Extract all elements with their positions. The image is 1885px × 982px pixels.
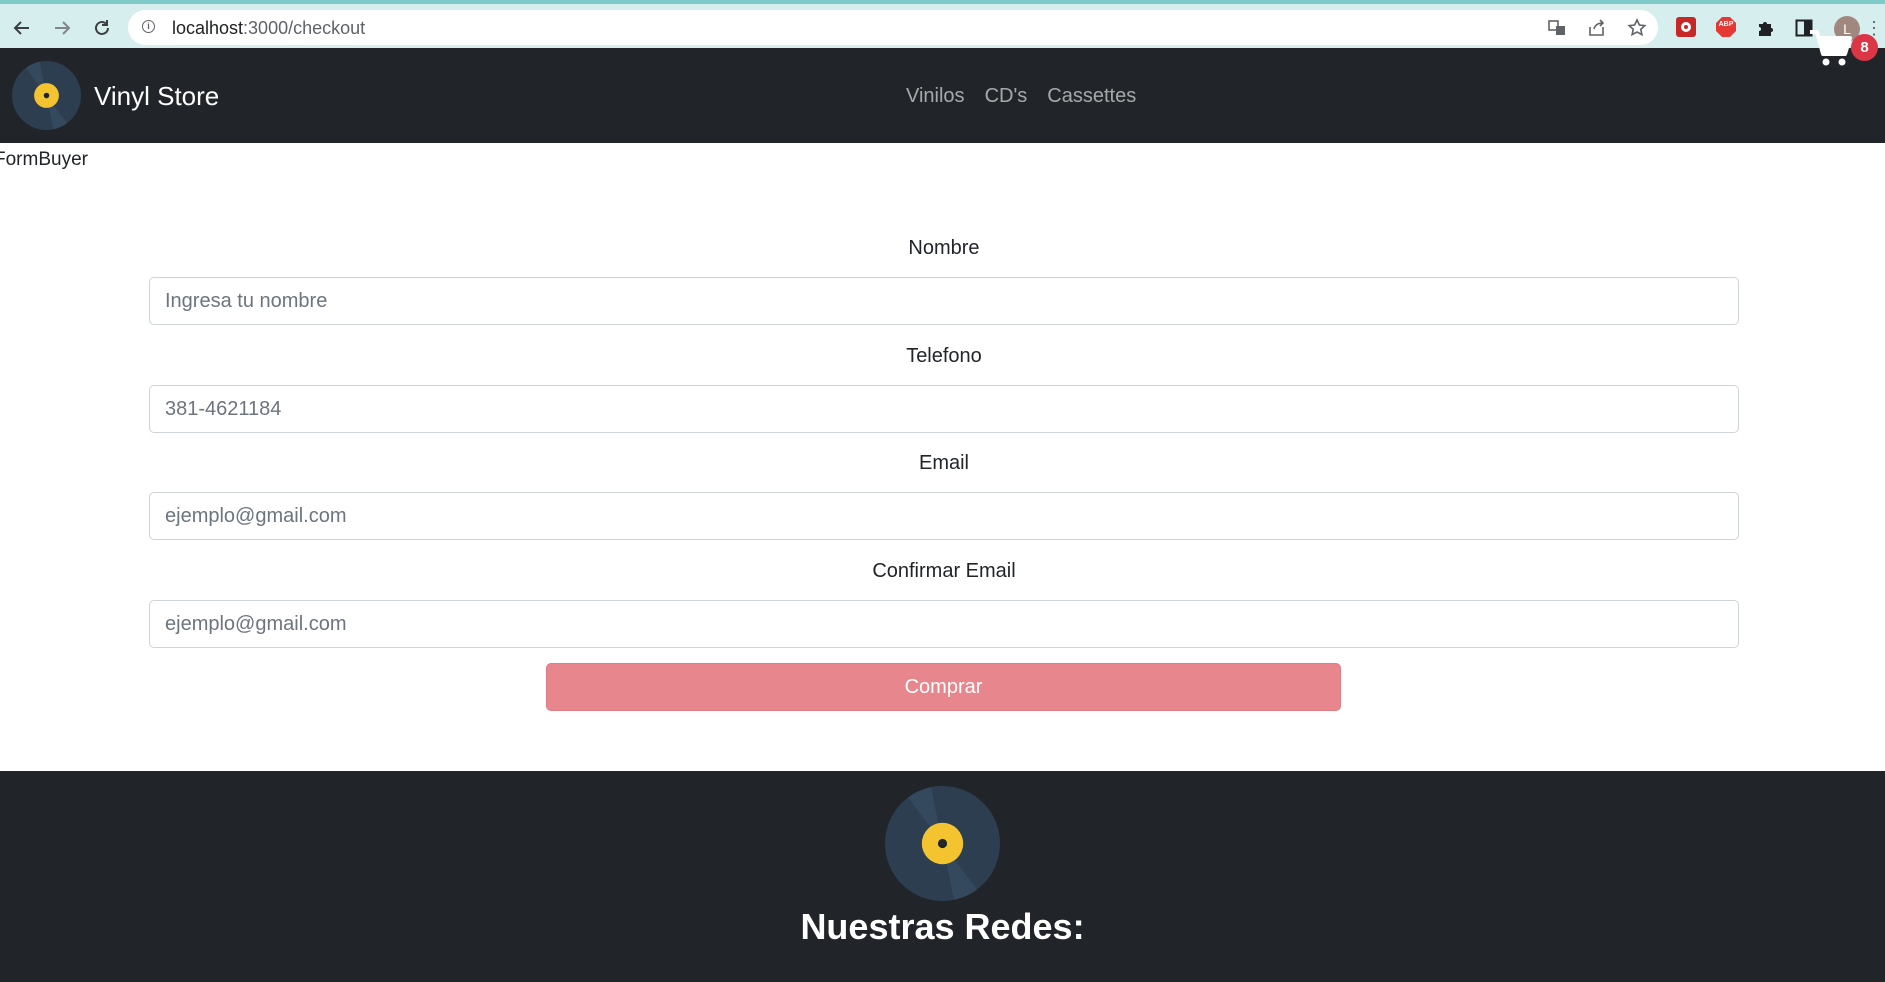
- confirm-email-input[interactable]: [149, 600, 1739, 648]
- browser-toolbar: i localhost:3000/checkout ABP L ⋮: [0, 0, 1885, 48]
- nombre-input[interactable]: [149, 277, 1739, 325]
- telefono-input[interactable]: [149, 385, 1739, 433]
- bookmark-star-icon[interactable]: [1626, 17, 1648, 39]
- cart-icon: [1810, 30, 1852, 66]
- confirm-email-label: Confirmar Email: [872, 560, 1016, 582]
- back-icon[interactable]: [8, 14, 36, 42]
- site-navbar: Vinyl Store Vinilos CD's Cassettes: [0, 48, 1885, 143]
- nav-link-vinilos[interactable]: Vinilos: [906, 85, 965, 108]
- field-nombre: Nombre: [149, 237, 1739, 325]
- field-confirm-email: Confirmar Email: [149, 560, 1739, 648]
- component-label: FormBuyer: [0, 149, 88, 170]
- field-telefono: Telefono: [149, 345, 1739, 433]
- email-input[interactable]: [149, 492, 1739, 540]
- reload-icon[interactable]: [88, 14, 116, 42]
- translate-icon[interactable]: [1546, 17, 1568, 39]
- nav-link-cassettes[interactable]: Cassettes: [1047, 85, 1136, 108]
- adblock-label: ABP: [1718, 21, 1734, 28]
- info-icon[interactable]: i: [142, 20, 155, 33]
- site-footer: Nuestras Redes:: [0, 771, 1885, 982]
- share-icon[interactable]: [1586, 17, 1608, 39]
- email-label: Email: [918, 452, 969, 474]
- nav-link-cds[interactable]: CD's: [985, 85, 1028, 108]
- url-text[interactable]: localhost:3000/checkout: [172, 18, 365, 39]
- comprar-button[interactable]: Comprar: [546, 663, 1341, 711]
- address-bar[interactable]: i localhost:3000/checkout: [128, 10, 1658, 45]
- nav-links: Vinilos CD's Cassettes: [906, 85, 1136, 108]
- field-email: Email: [149, 452, 1739, 540]
- brand-name[interactable]: Vinyl Store: [94, 81, 219, 112]
- forward-icon[interactable]: [48, 14, 76, 42]
- adblock-icon[interactable]: ABP: [1714, 15, 1738, 39]
- vinyl-logo-icon: [885, 786, 1000, 901]
- footer-title: Nuestras Redes:: [800, 906, 1085, 947]
- puzzle-icon[interactable]: [1754, 16, 1778, 40]
- telefono-label: Telefono: [906, 345, 982, 367]
- extension-icon[interactable]: [1674, 15, 1698, 39]
- nombre-label: Nombre: [908, 237, 980, 259]
- cart-count-badge: 8: [1851, 34, 1878, 61]
- vinyl-logo-icon[interactable]: [12, 61, 81, 130]
